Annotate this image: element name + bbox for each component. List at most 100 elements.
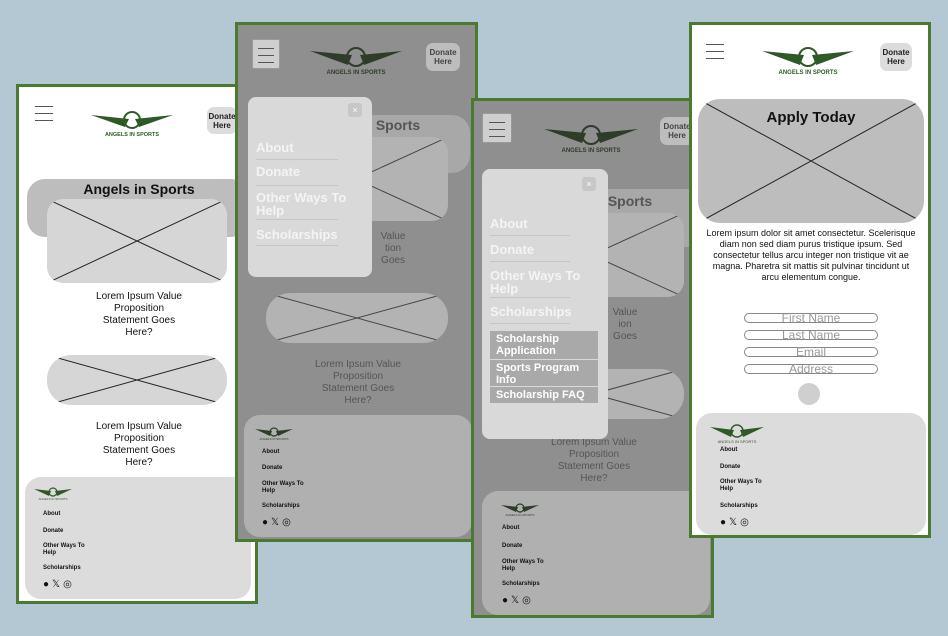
submenu-item-scholarship-application[interactable]: Scholarship Application xyxy=(490,331,598,359)
svg-text:ANGELS IN SPORTS: ANGELS IN SPORTS xyxy=(38,497,67,501)
menu-divider xyxy=(256,185,338,186)
address-field[interactable]: Address xyxy=(744,363,878,375)
x-icon[interactable]: 𝕏 xyxy=(729,517,737,528)
footer-logo[interactable]: ANGELS IN SPORTS xyxy=(500,501,540,517)
close-icon[interactable]: × xyxy=(582,177,596,191)
logo-text: ANGELS IN SPORTS xyxy=(105,132,159,138)
menu-item-scholarships[interactable]: Scholarships xyxy=(490,305,572,318)
value-proposition-2: Lorem Ipsum Value Proposition Statement Go… xyxy=(315,359,401,406)
submit-button[interactable] xyxy=(798,383,820,405)
hamburger-menu-icon[interactable] xyxy=(35,106,53,127)
image-placeholder xyxy=(47,355,227,405)
menu-divider xyxy=(490,323,570,324)
hamburger-menu-icon[interactable] xyxy=(482,113,512,143)
footer: ANGELS IN SPORTS About Donate Other Ways… xyxy=(244,415,472,537)
svg-text:ANGELS IN SPORTS: ANGELS IN SPORTS xyxy=(778,70,837,76)
menu-item-about[interactable]: About xyxy=(256,141,294,154)
instagram-icon[interactable]: ◎ xyxy=(522,595,531,606)
menu-item-scholarships[interactable]: Scholarships xyxy=(256,228,338,241)
svg-text:ANGELS IN SPORTS: ANGELS IN SPORTS xyxy=(561,148,620,154)
first-name-field[interactable]: First Name xyxy=(744,312,878,324)
donate-label: Donate Here xyxy=(208,111,236,130)
footer-link-other-ways[interactable]: Other Ways To Help xyxy=(720,479,770,493)
image-placeholder xyxy=(47,199,227,283)
hero-title: Angels in Sports xyxy=(83,181,195,197)
angels-in-sports-logo[interactable]: ANGELS IN SPORTS xyxy=(758,41,858,77)
facebook-icon[interactable]: ● xyxy=(720,517,726,528)
footer-link-scholarships[interactable]: Scholarships xyxy=(720,503,758,510)
footer-logo[interactable]: ANGELS IN SPORTS xyxy=(708,421,766,445)
apply-title: Apply Today xyxy=(766,109,856,126)
hamburger-menu-icon[interactable] xyxy=(252,39,280,69)
menu-divider xyxy=(256,159,338,160)
home-screen-frame: ANGELS IN SPORTS Donate Here Angels in Sp… xyxy=(16,84,258,604)
facebook-icon[interactable]: ● xyxy=(502,595,508,606)
x-icon[interactable]: 𝕏 xyxy=(52,579,60,590)
footer-link-about[interactable]: About xyxy=(262,449,279,456)
nav-menu-panel: × About Donate Other Ways To Help Schola… xyxy=(482,169,608,439)
x-icon[interactable]: 𝕏 xyxy=(511,595,519,606)
menu-item-donate[interactable]: Donate xyxy=(256,165,300,178)
footer-link-about[interactable]: About xyxy=(43,511,60,518)
footer-link-other-ways[interactable]: Other Ways To Help xyxy=(43,543,93,557)
angels-in-sports-logo[interactable]: ANGELS IN SPORTS xyxy=(87,105,177,139)
facebook-icon[interactable]: ● xyxy=(262,517,268,528)
x-icon[interactable]: 𝕏 xyxy=(271,517,279,528)
footer-link-other-ways[interactable]: Other Ways To Help xyxy=(262,481,312,495)
submenu-item-sports-program-info[interactable]: Sports Program Info xyxy=(490,360,598,386)
instagram-icon[interactable]: ◎ xyxy=(740,517,749,528)
footer-link-scholarships[interactable]: Scholarships xyxy=(262,503,300,510)
close-icon[interactable]: × xyxy=(348,103,362,117)
menu-divider xyxy=(256,245,338,246)
menu-divider xyxy=(490,297,570,298)
menu-item-about[interactable]: About xyxy=(490,217,528,230)
donate-here-button[interactable]: Donate Here xyxy=(880,43,912,71)
facebook-icon[interactable]: ● xyxy=(43,579,49,590)
hero-title-fragment: Sports xyxy=(607,193,653,209)
donate-here-button[interactable]: Donate Here xyxy=(426,43,460,71)
footer-link-scholarships[interactable]: Scholarships xyxy=(502,581,540,588)
nav-menu-panel: × About Donate Other Ways To Help Schola… xyxy=(248,97,372,277)
donate-label: Donate Here xyxy=(882,48,910,66)
angels-in-sports-logo[interactable]: ANGELS IN SPORTS xyxy=(540,119,642,155)
value-proposition-2: Lorem Ipsum Value Proposition Statement Go… xyxy=(551,437,637,484)
hero-title-fragment: Sports xyxy=(375,117,421,133)
footer: ANGELS IN SPORTS About Donate Other Ways… xyxy=(482,491,710,615)
menu-divider xyxy=(256,219,338,220)
donate-here-button[interactable]: Donate Here xyxy=(207,107,237,134)
instagram-icon[interactable]: ◎ xyxy=(63,579,72,590)
social-icons: ● 𝕏 ◎ xyxy=(262,517,294,528)
svg-text:ANGELS IN SPORTS: ANGELS IN SPORTS xyxy=(718,439,757,444)
footer-logo[interactable]: ANGELS IN SPORTS xyxy=(33,485,73,501)
submenu-open-screen-frame: ANGELS IN SPORTS Donate Here Sports Value… xyxy=(471,98,714,618)
donate-label: Donate Here xyxy=(663,122,691,140)
footer: ANGELS IN SPORTS About Donate Other Ways… xyxy=(696,413,926,535)
footer-link-donate[interactable]: Donate xyxy=(43,528,63,535)
email-field[interactable]: Email xyxy=(744,346,878,358)
footer-logo[interactable]: ANGELS IN SPORTS xyxy=(254,425,294,441)
social-icons: ● 𝕏 ◎ xyxy=(720,517,752,528)
last-name-field[interactable]: Last Name xyxy=(744,329,878,341)
footer: ANGELS IN SPORTS About Donate Other Ways… xyxy=(25,477,251,599)
donate-label: Donate Here xyxy=(429,48,457,66)
footer-link-about[interactable]: About xyxy=(502,525,519,532)
social-icons: ● 𝕏 ◎ xyxy=(43,579,75,590)
footer-link-scholarships[interactable]: Scholarships xyxy=(43,565,81,572)
image-placeholder xyxy=(266,293,448,343)
hamburger-menu-icon[interactable] xyxy=(706,44,724,65)
menu-item-other-ways[interactable]: Other Ways To Help xyxy=(490,269,594,295)
footer-link-about[interactable]: About xyxy=(720,447,737,454)
menu-divider xyxy=(490,235,570,236)
angels-in-sports-logo[interactable]: ANGELS IN SPORTS xyxy=(306,41,406,77)
value-proposition-fragment: Value tion Goes xyxy=(380,231,406,266)
instagram-icon[interactable]: ◎ xyxy=(282,517,291,528)
footer-link-donate[interactable]: Donate xyxy=(502,543,522,550)
submenu-item-scholarship-faq[interactable]: Scholarship FAQ xyxy=(490,387,598,403)
footer-link-other-ways[interactable]: Other Ways To Help xyxy=(502,559,552,573)
footer-link-donate[interactable]: Donate xyxy=(720,464,740,471)
footer-link-donate[interactable]: Donate xyxy=(262,465,282,472)
menu-item-other-ways[interactable]: Other Ways To Help xyxy=(256,191,356,217)
value-proposition-2: Lorem Ipsum Value Proposition Statement Go… xyxy=(96,421,182,468)
menu-item-donate[interactable]: Donate xyxy=(490,243,534,256)
menu-divider xyxy=(490,261,570,262)
